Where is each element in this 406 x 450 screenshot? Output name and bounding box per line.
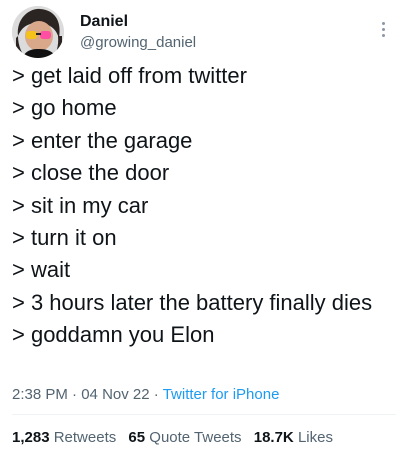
- dot: [381, 33, 385, 37]
- quote-tweets-label: Quote Tweets: [149, 429, 242, 446]
- tweet-line: > goddamn you Elon: [12, 322, 215, 348]
- display-name[interactable]: Daniel: [80, 12, 196, 32]
- retweets-label: Retweets: [53, 429, 117, 446]
- avatar[interactable]: [12, 6, 64, 58]
- tweet-line: > wait: [12, 257, 71, 283]
- tweet-meta: 2:38 PM · 04 Nov 22 · Twitter for iPhone: [12, 384, 279, 406]
- likes-count: 18.7K: [253, 429, 294, 446]
- tweet-line: > go home: [12, 95, 117, 121]
- meta-separator: ·: [72, 386, 78, 403]
- tweet-stats: 1,283 Retweets 65 Quote Tweets 18.7K Lik…: [12, 428, 341, 448]
- divider: [12, 414, 396, 415]
- tweet-line: > turn it on: [12, 225, 117, 251]
- tweet-line: > enter the garage: [12, 127, 193, 153]
- dot: [381, 27, 385, 31]
- tweet-line: > 3 hours later the battery finally dies: [12, 289, 373, 315]
- quote-tweets-count: 65: [128, 429, 146, 446]
- tweet-text: > get laid off from twitter > go home > …: [12, 60, 396, 352]
- meta-separator: ·: [153, 386, 159, 403]
- tweet-line: > sit in my car: [12, 192, 149, 218]
- tweet-card: Daniel @growing_daniel > get laid off fr…: [0, 0, 406, 450]
- likes-label: Likes: [297, 429, 333, 446]
- quote-tweets-stat[interactable]: 65 Quote Tweets: [128, 429, 241, 446]
- likes-stat[interactable]: 18.7K Likes: [254, 429, 333, 446]
- avatar-image: [12, 6, 64, 58]
- tweet-header: Daniel @growing_daniel: [12, 6, 396, 62]
- tweet-line: > close the door: [12, 160, 170, 186]
- tweet-date[interactable]: 04 Nov 22: [81, 386, 149, 403]
- more-vertical-icon[interactable]: [374, 18, 392, 40]
- dot: [381, 21, 385, 25]
- tweet-line: > get laid off from twitter: [12, 63, 247, 88]
- retweets-count: 1,283: [12, 429, 50, 446]
- retweets-stat[interactable]: 1,283 Retweets: [12, 429, 116, 446]
- tweet-source-link[interactable]: Twitter for iPhone: [163, 386, 280, 403]
- handle[interactable]: @growing_daniel: [80, 32, 196, 54]
- tweet-time[interactable]: 2:38 PM: [12, 386, 68, 403]
- author-names: Daniel @growing_daniel: [80, 12, 196, 54]
